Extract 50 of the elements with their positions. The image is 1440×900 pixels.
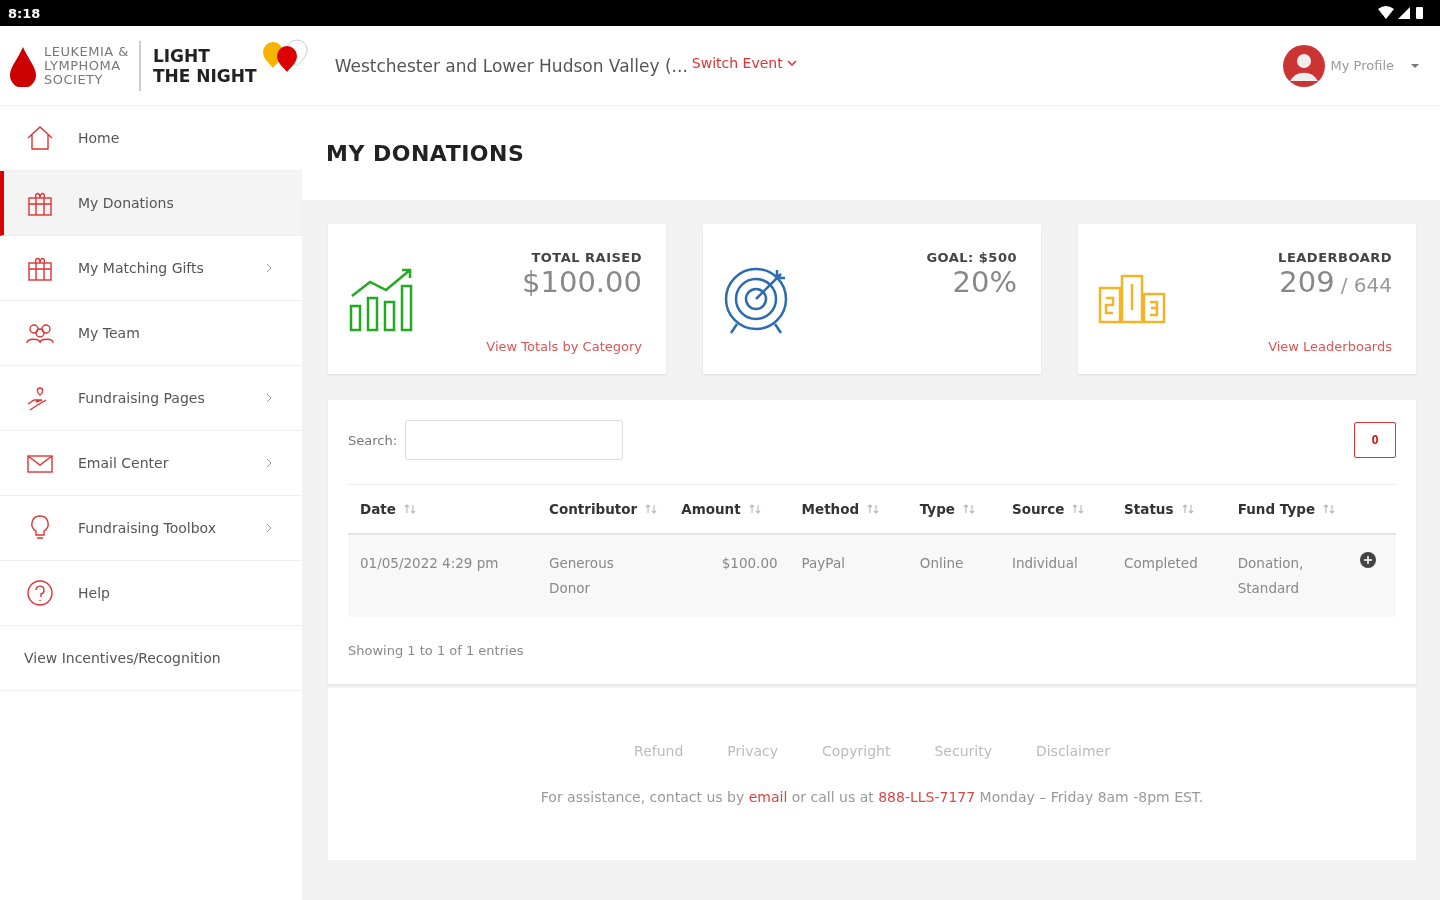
sort-icon	[1072, 504, 1085, 514]
sort-icon	[748, 504, 761, 514]
table-cell: PayPal	[789, 534, 908, 617]
signal-battery-icon	[1378, 5, 1426, 21]
entries-info: Showing 1 to 1 of 1 entries	[348, 643, 525, 658]
contact-link[interactable]: email	[748, 789, 788, 805]
chevron-right-icon	[266, 458, 272, 468]
chevron-right-icon	[266, 393, 272, 403]
search-label: Search:	[348, 432, 398, 448]
sort-icon	[1181, 504, 1194, 514]
search-field[interactable]	[405, 420, 624, 460]
switch-event-link[interactable]: Switch Event	[691, 54, 797, 71]
table-cell: Individual	[999, 534, 1113, 617]
sort-icon	[867, 504, 880, 514]
sort-icon	[1323, 504, 1336, 514]
chevron-down-icon	[786, 59, 797, 66]
org-logo-text: LEUKEMIA & LYMPHOMA SOCIETY	[44, 44, 129, 87]
stat-link[interactable]: View Totals by Category	[486, 339, 642, 354]
chevron-right-icon	[266, 263, 272, 273]
sort-icon	[645, 504, 658, 514]
expand-row-icon[interactable]	[1359, 551, 1378, 569]
assistance-text: For assistance, contact us by email or call us at 888-LLS-7177 Monday – Friday 8am -8pm EST.	[540, 789, 1204, 805]
event-logo-text: LIGHT THE NIGHT	[152, 45, 257, 86]
stat-label: TOTAL RAISED	[531, 250, 642, 265]
podium-icon	[1098, 274, 1166, 324]
stat-value: 209	[1279, 265, 1335, 299]
stat-link[interactable]: View Leaderboards	[1268, 339, 1392, 354]
table-cell: Online	[907, 534, 1000, 617]
page-title: MY DONATIONS	[326, 140, 525, 166]
help-icon	[24, 577, 56, 609]
caret-icon	[1410, 62, 1420, 69]
stat-value: 20%	[952, 265, 1017, 299]
stat-label: LEADERBOARD	[1278, 250, 1392, 265]
status-time: 8:18	[8, 5, 41, 21]
table-cell: Generous Donor	[537, 534, 670, 617]
table-cell: Completed	[1112, 534, 1226, 617]
chevron-right-icon	[266, 523, 272, 533]
sidebar-item[interactable]: My Donations	[0, 171, 302, 236]
avatar-icon	[1282, 44, 1325, 87]
sort-icon	[403, 504, 416, 514]
stat-total: / 644	[1340, 273, 1392, 297]
table-cell: Donation, Standard	[1225, 534, 1348, 617]
table-cell: $100.00	[669, 534, 790, 617]
count-button[interactable]: 0	[1354, 422, 1396, 458]
contact-link[interactable]: 888-LLS-7177	[878, 789, 976, 805]
stat-value: $100.00	[522, 265, 642, 299]
event-name: Westchester and Lower Hudson Valley (...	[334, 55, 688, 76]
sort-icon	[963, 504, 975, 514]
stat-label: GOAL: $500	[926, 250, 1017, 265]
table-cell: 01/05/2022 4:29 pm	[348, 534, 537, 617]
